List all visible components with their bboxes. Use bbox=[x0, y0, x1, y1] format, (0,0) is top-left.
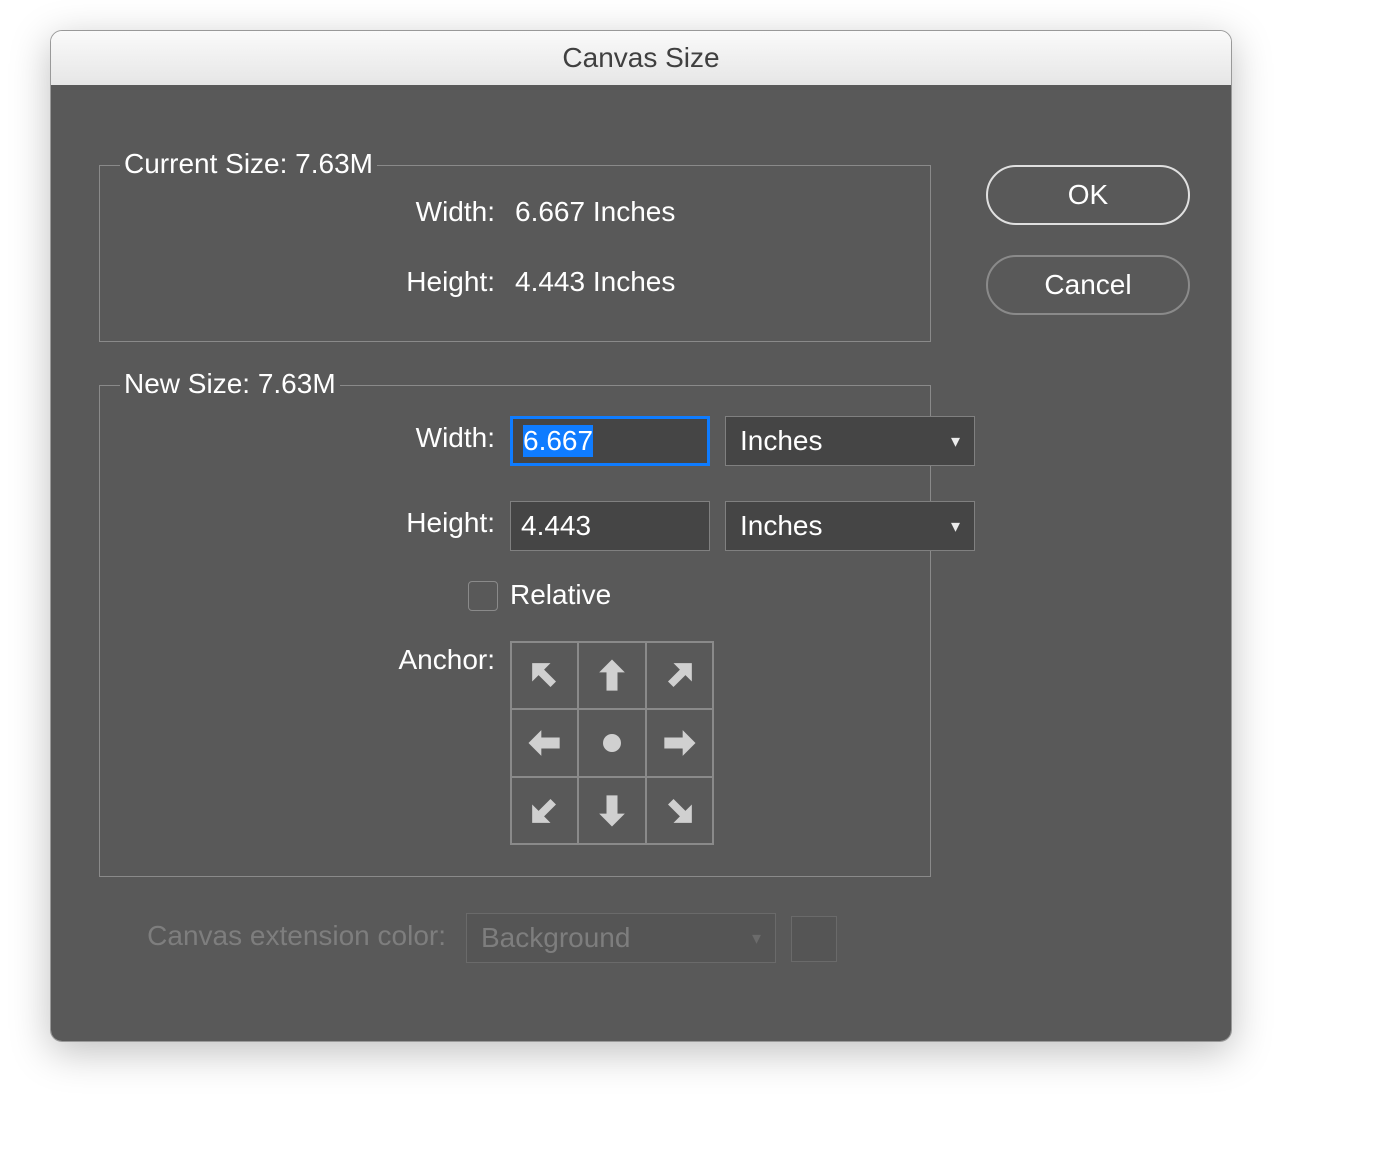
anchor-center-dot-icon bbox=[603, 734, 621, 752]
chevron-down-icon: ▾ bbox=[752, 928, 761, 949]
new-height-input[interactable] bbox=[510, 501, 710, 551]
chevron-down-icon: ▾ bbox=[951, 516, 960, 537]
new-width-unit-dropdown[interactable]: Inches ▾ bbox=[725, 416, 975, 466]
current-width-value: 6.667 Inches bbox=[515, 196, 675, 228]
relative-label: Relative bbox=[510, 579, 611, 611]
anchor-top-right[interactable] bbox=[646, 642, 713, 709]
new-width-input[interactable] bbox=[510, 416, 710, 466]
anchor-left[interactable] bbox=[511, 709, 578, 776]
ok-button[interactable]: OK bbox=[986, 165, 1190, 225]
anchor-bottom-right[interactable] bbox=[646, 777, 713, 844]
anchor-bottom[interactable] bbox=[578, 777, 645, 844]
arrow-up-right-icon bbox=[657, 654, 701, 698]
new-height-label: Height: bbox=[100, 507, 495, 539]
current-height-label: Height: bbox=[100, 266, 495, 298]
cancel-button[interactable]: Cancel bbox=[986, 255, 1190, 315]
relative-checkbox[interactable] bbox=[468, 581, 498, 611]
ok-button-label: OK bbox=[1068, 179, 1108, 211]
anchor-right[interactable] bbox=[646, 709, 713, 776]
arrow-up-icon bbox=[590, 654, 634, 698]
arrow-left-icon bbox=[523, 721, 567, 765]
anchor-bottom-left[interactable] bbox=[511, 777, 578, 844]
arrow-right-icon bbox=[657, 721, 701, 765]
extension-color-label: Canvas extension color: bbox=[51, 920, 446, 952]
current-size-group: Current Size: 7.63M Width: 6.667 Inches … bbox=[99, 165, 931, 342]
extension-color-dropdown: Background ▾ bbox=[466, 913, 776, 963]
new-size-legend: New Size: 7.63M bbox=[120, 368, 340, 400]
canvas-size-dialog: Canvas Size OK Cancel Current Size: 7.63… bbox=[50, 30, 1232, 1042]
anchor-label: Anchor: bbox=[100, 644, 495, 676]
anchor-center[interactable] bbox=[578, 709, 645, 776]
anchor-grid bbox=[510, 641, 714, 845]
new-width-label: Width: bbox=[100, 422, 495, 454]
new-height-unit-value: Inches bbox=[740, 510, 823, 542]
chevron-down-icon: ▾ bbox=[951, 431, 960, 452]
arrow-up-left-icon bbox=[523, 654, 567, 698]
arrow-down-icon bbox=[590, 788, 634, 832]
arrow-down-right-icon bbox=[657, 788, 701, 832]
anchor-top[interactable] bbox=[578, 642, 645, 709]
current-size-legend: Current Size: 7.63M bbox=[120, 148, 377, 180]
current-width-label: Width: bbox=[100, 196, 495, 228]
cancel-button-label: Cancel bbox=[1044, 269, 1131, 301]
new-size-group: New Size: 7.63M Width: Inches ▾ Height: … bbox=[99, 385, 931, 877]
arrow-down-left-icon bbox=[523, 788, 567, 832]
new-height-unit-dropdown[interactable]: Inches ▾ bbox=[725, 501, 975, 551]
anchor-top-left[interactable] bbox=[511, 642, 578, 709]
dialog-body: OK Cancel Current Size: 7.63M Width: 6.6… bbox=[51, 85, 1231, 1041]
new-width-unit-value: Inches bbox=[740, 425, 823, 457]
dialog-title: Canvas Size bbox=[562, 42, 719, 74]
extension-color-value: Background bbox=[481, 922, 630, 954]
dialog-titlebar: Canvas Size bbox=[51, 31, 1231, 86]
extension-color-swatch bbox=[791, 916, 837, 962]
current-height-value: 4.443 Inches bbox=[515, 266, 675, 298]
